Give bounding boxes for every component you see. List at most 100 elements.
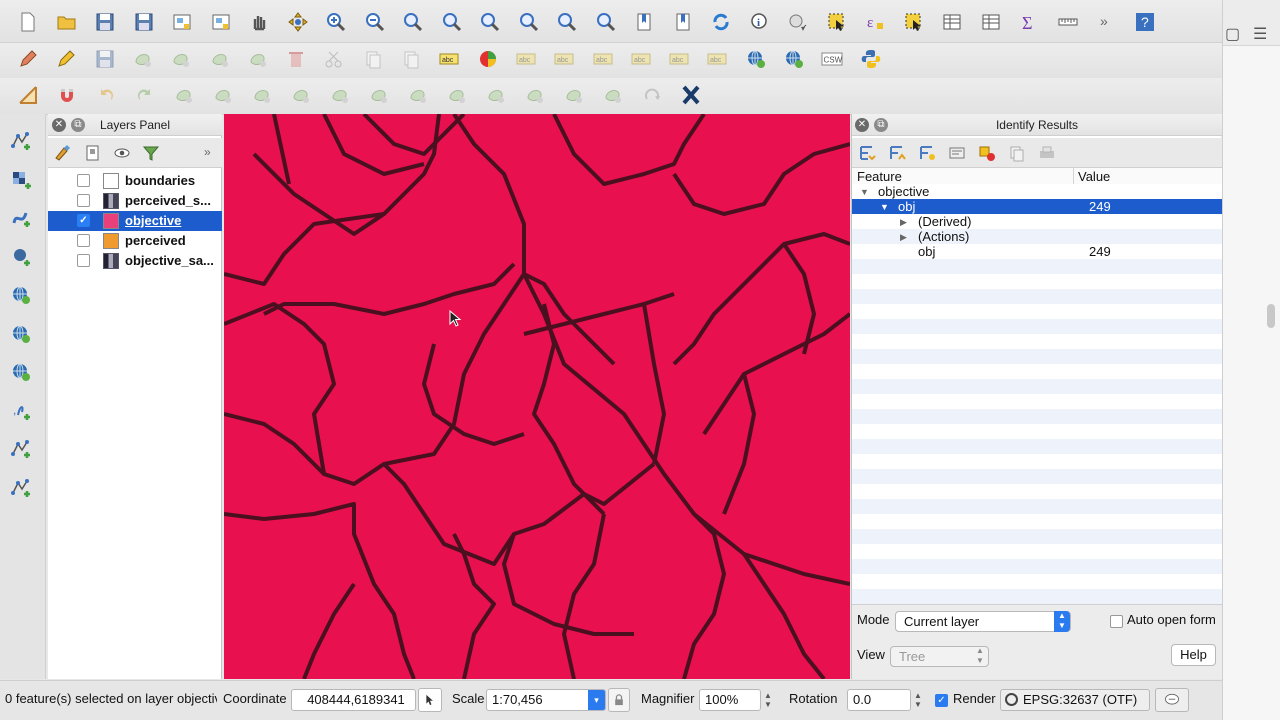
help-button[interactable]: Help [1171, 644, 1216, 666]
add-ring-icon[interactable] [210, 82, 236, 108]
expand-new-results-icon[interactable] [914, 140, 940, 166]
add-virtual-layer-icon[interactable] [8, 436, 34, 462]
layer-item[interactable]: ✓ objective [48, 211, 222, 231]
close-panel-icon[interactable]: ✕ [855, 118, 869, 132]
filter-legend-eye-icon[interactable] [110, 140, 136, 166]
layer-item[interactable]: objective_sa... [48, 251, 222, 271]
mouse-coordinate-toggle-icon[interactable] [418, 688, 442, 712]
auto-open-form-checkbox[interactable] [1110, 615, 1123, 628]
toggle-editing-icon[interactable] [53, 46, 79, 72]
layout-manager-icon[interactable] [208, 9, 234, 35]
diagram-icon[interactable] [475, 46, 501, 72]
scale-field[interactable]: 1:70,456 ▾ [486, 689, 606, 711]
rotate-label-icon[interactable]: abc [666, 46, 692, 72]
action-icon[interactable]: ▾ [785, 9, 811, 35]
reshape-icon[interactable] [405, 82, 431, 108]
zoom-out-icon[interactable] [362, 9, 388, 35]
digitize-icon[interactable] [15, 82, 41, 108]
current-edits-icon[interactable] [15, 46, 41, 72]
simplify-icon[interactable] [171, 82, 197, 108]
python-icon[interactable] [858, 46, 884, 72]
more-icon[interactable]: » [1093, 9, 1119, 35]
expand-triangle-icon[interactable]: ▶ [900, 215, 907, 230]
crs-button[interactable]: EPSG:32637 (OTF) [1000, 689, 1150, 711]
offset-curve-icon[interactable] [444, 82, 470, 108]
print-icon[interactable] [1034, 140, 1060, 166]
scrollbar-thumb[interactable] [1267, 304, 1275, 328]
rotation-stepper-icon[interactable]: ▲ ▼ [914, 691, 922, 709]
clear-results-icon[interactable] [974, 140, 1000, 166]
zoom-full-icon[interactable] [439, 9, 465, 35]
new-shapefile-icon[interactable] [8, 475, 34, 501]
show-hide-labels-icon[interactable]: abc [628, 46, 654, 72]
value-column-header[interactable]: Value [1078, 169, 1110, 184]
result-row[interactable]: ▶ (Actions) [852, 229, 1222, 244]
collapse-triangle-icon[interactable]: ▼ [880, 200, 889, 215]
more-icon[interactable]: » [204, 145, 211, 159]
save-project-icon[interactable] [92, 9, 118, 35]
layer-item[interactable]: perceived [48, 231, 222, 251]
open-form-icon[interactable] [944, 140, 970, 166]
feature-column-header[interactable]: Feature [857, 169, 902, 184]
layer-item[interactable]: perceived_s... [48, 191, 222, 211]
layer-visibility-checkbox[interactable]: ✓ [77, 214, 90, 227]
close-x-icon[interactable] [678, 82, 704, 108]
copy-feature-icon[interactable] [1004, 140, 1030, 166]
fill-ring-icon[interactable] [288, 82, 314, 108]
move-feature-icon[interactable] [207, 46, 233, 72]
new-print-layout-icon[interactable] [169, 9, 195, 35]
layer-visibility-checkbox[interactable] [77, 234, 90, 247]
pan-to-selection-icon[interactable] [285, 9, 311, 35]
messages-icon[interactable] [1155, 688, 1189, 712]
csw-icon[interactable]: CSW [819, 46, 845, 72]
pin-labels-icon[interactable]: abc [513, 46, 539, 72]
layer-visibility-checkbox[interactable] [77, 254, 90, 267]
zoom-in-icon[interactable] [323, 9, 349, 35]
open-project-icon[interactable] [54, 9, 80, 35]
result-row[interactable]: ▶ (Derived) [852, 214, 1222, 229]
refresh-icon[interactable] [708, 9, 734, 35]
add-postgis-icon[interactable] [8, 244, 34, 270]
identify-icon[interactable]: i [747, 9, 773, 35]
select-icon[interactable] [824, 9, 850, 35]
zoom-last-icon[interactable] [554, 9, 580, 35]
redo-icon[interactable] [132, 82, 158, 108]
coordinate-field[interactable]: 408444,6189341 [291, 689, 416, 711]
measure-icon[interactable] [1055, 9, 1081, 35]
style-manager-icon[interactable] [50, 140, 76, 166]
expression-select-icon[interactable]: ε [862, 9, 888, 35]
add-vector-layer-icon[interactable] [8, 128, 34, 154]
attribute-table-icon[interactable] [939, 9, 965, 35]
mode-select[interactable]: Current layer ▲ ▼ [895, 611, 1071, 632]
move-label-icon[interactable]: abc [590, 46, 616, 72]
add-raster-layer-icon[interactable] [8, 167, 34, 193]
collapse-tree-icon[interactable] [884, 140, 910, 166]
zoom-next-icon[interactable] [593, 9, 619, 35]
menu-icon[interactable]: ☰ [1253, 24, 1267, 44]
split-parts-icon[interactable] [522, 82, 548, 108]
cut-features-icon[interactable] [321, 46, 347, 72]
zoom-native-icon[interactable] [400, 9, 426, 35]
save-edits-icon[interactable] [92, 46, 118, 72]
result-row[interactable]: ▼ objective [852, 184, 1222, 199]
result-row[interactable]: obj 249 [852, 244, 1222, 259]
new-bookmark-icon[interactable] [631, 9, 657, 35]
highlight-pinned-icon[interactable]: abc [551, 46, 577, 72]
collapse-triangle-icon[interactable]: ▼ [860, 185, 869, 200]
add-wfs-icon[interactable] [781, 46, 807, 72]
float-panel-icon[interactable]: ⧉ [71, 118, 85, 132]
help-icon[interactable]: ? [1132, 9, 1158, 35]
rotation-field[interactable]: 0.0 [847, 689, 911, 711]
magnet-icon[interactable] [54, 82, 80, 108]
statistics-icon[interactable]: Σ [1016, 9, 1042, 35]
layer-visibility-checkbox[interactable] [77, 194, 90, 207]
rotate-point-icon[interactable] [639, 82, 665, 108]
new-project-icon[interactable] [15, 9, 41, 35]
zoom-to-selection-icon[interactable] [477, 9, 503, 35]
float-panel-icon[interactable]: ⧉ [874, 118, 888, 132]
undo-icon[interactable] [93, 82, 119, 108]
add-circular-string-icon[interactable] [168, 46, 194, 72]
layer-item[interactable]: boundaries [48, 171, 222, 191]
merge-attributes-icon[interactable] [600, 82, 626, 108]
delete-ring-icon[interactable] [327, 82, 353, 108]
